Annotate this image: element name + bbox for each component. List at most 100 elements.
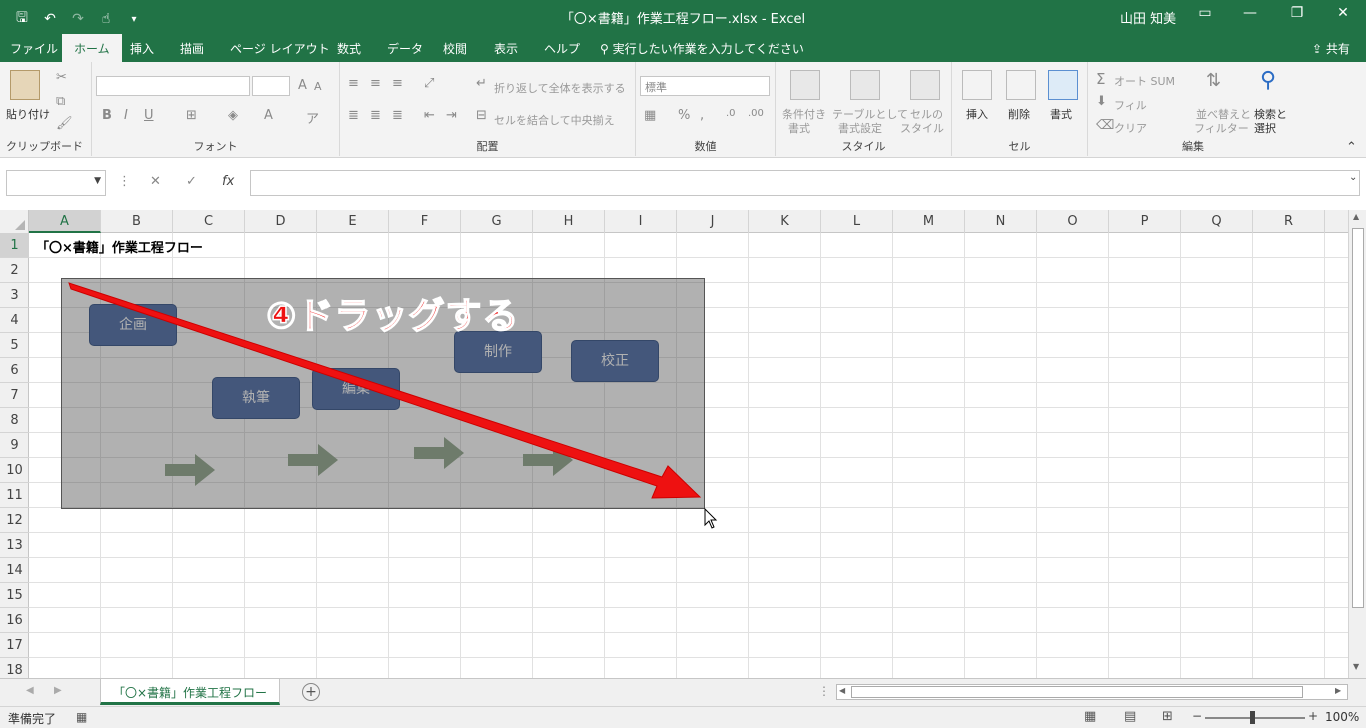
font-size-combo[interactable] bbox=[252, 76, 290, 96]
increase-indent-icon[interactable]: ⇥ bbox=[446, 108, 457, 123]
phonetic-icon[interactable]: ア bbox=[306, 108, 319, 127]
row-header-16[interactable]: 16 bbox=[0, 608, 29, 633]
cancel-entry-icon[interactable]: ✕ bbox=[150, 174, 161, 189]
row-header-17[interactable]: 17 bbox=[0, 633, 29, 658]
row-header-8[interactable]: 8 bbox=[0, 408, 29, 433]
minimize-icon[interactable]: — bbox=[1235, 5, 1265, 21]
share-button[interactable]: ⇪ 共有 bbox=[1312, 40, 1350, 57]
tab-view[interactable]: 表示 bbox=[494, 40, 518, 57]
percent-icon[interactable]: % bbox=[678, 108, 690, 123]
grow-font-icon[interactable]: A bbox=[298, 78, 307, 93]
ribbon-display-icon[interactable]: ▭ bbox=[1190, 5, 1220, 21]
insert-function-icon[interactable]: fx bbox=[222, 174, 234, 189]
cell-a1[interactable]: 「〇×書籍」作業工程フロー bbox=[36, 237, 203, 256]
scroll-right-icon[interactable]: ▶ bbox=[1335, 686, 1341, 695]
find-select-icon[interactable]: ⚲ bbox=[1260, 68, 1276, 93]
tab-home[interactable]: ホーム bbox=[62, 34, 122, 62]
format-painter-icon[interactable]: 🖌 bbox=[56, 116, 73, 131]
collapse-ribbon-icon[interactable]: ⌃ bbox=[1346, 140, 1357, 155]
page-break-view-icon[interactable]: ⊞ bbox=[1162, 709, 1173, 724]
scroll-up-icon[interactable]: ▲ bbox=[1353, 212, 1359, 221]
tab-help[interactable]: ヘルプ bbox=[544, 40, 580, 57]
column-header-m[interactable]: M bbox=[893, 210, 965, 233]
formula-input[interactable] bbox=[250, 170, 1360, 196]
column-header-b[interactable]: B bbox=[101, 210, 173, 233]
column-header-f[interactable]: F bbox=[389, 210, 461, 233]
sort-filter-icon[interactable]: ⇅ bbox=[1206, 70, 1221, 91]
close-icon[interactable]: ✕ bbox=[1328, 5, 1358, 21]
clear-button[interactable]: クリア bbox=[1114, 120, 1147, 136]
row-header-5[interactable]: 5 bbox=[0, 333, 29, 358]
cell-styles-icon[interactable] bbox=[910, 70, 940, 100]
column-header-h[interactable]: H bbox=[533, 210, 605, 233]
fill-color-icon[interactable]: ◈ bbox=[228, 108, 238, 123]
column-header-q[interactable]: Q bbox=[1181, 210, 1253, 233]
column-header-p[interactable]: P bbox=[1109, 210, 1181, 233]
column-header-r[interactable]: R bbox=[1253, 210, 1325, 233]
tab-insert[interactable]: 挿入 bbox=[130, 40, 154, 57]
vertical-scroll-thumb[interactable] bbox=[1352, 228, 1364, 608]
select-all-button[interactable] bbox=[0, 210, 29, 233]
column-header-g[interactable]: G bbox=[461, 210, 533, 233]
clear-icon[interactable]: ⌫ bbox=[1096, 118, 1114, 133]
user-name[interactable]: 山田 知美 bbox=[1120, 8, 1176, 27]
row-header-15[interactable]: 15 bbox=[0, 583, 29, 608]
copy-icon[interactable]: ⧉ bbox=[56, 94, 65, 109]
zoom-in-icon[interactable]: + bbox=[1308, 709, 1318, 723]
column-header-n[interactable]: N bbox=[965, 210, 1037, 233]
row-header-10[interactable]: 10 bbox=[0, 458, 29, 483]
paste-icon[interactable] bbox=[10, 70, 40, 100]
border-icon[interactable]: ⊞ bbox=[186, 108, 197, 123]
font-color-icon[interactable]: A bbox=[264, 108, 273, 123]
row-header-1[interactable]: 1 bbox=[0, 233, 29, 258]
format-as-table-label2[interactable]: 書式設定 bbox=[838, 120, 882, 136]
cut-icon[interactable]: ✂ bbox=[56, 70, 67, 85]
row-header-7[interactable]: 7 bbox=[0, 383, 29, 408]
horizontal-scroll-thumb[interactable] bbox=[851, 686, 1303, 698]
find-select-label2[interactable]: 選択 bbox=[1254, 120, 1276, 136]
align-center-icon[interactable]: ≣ bbox=[370, 108, 381, 123]
name-box-dropdown-icon[interactable]: ▼ bbox=[94, 176, 101, 186]
add-sheet-button[interactable]: + bbox=[302, 683, 320, 701]
tab-data[interactable]: データ bbox=[387, 40, 423, 57]
vertical-scrollbar[interactable]: ▲ ▼ bbox=[1348, 210, 1366, 678]
wrap-text-button[interactable]: 折り返して全体を表示する bbox=[494, 80, 626, 96]
underline-icon[interactable]: U bbox=[144, 108, 154, 123]
accounting-format-icon[interactable]: ▦ bbox=[644, 108, 656, 123]
delete-cells-button[interactable]: 削除 bbox=[1008, 106, 1030, 122]
row-header-14[interactable]: 14 bbox=[0, 558, 29, 583]
scroll-down-icon[interactable]: ▼ bbox=[1353, 662, 1359, 671]
format-cells-icon[interactable] bbox=[1048, 70, 1078, 100]
increase-decimal-icon[interactable]: .0 bbox=[726, 108, 736, 119]
next-sheet-icon[interactable]: ▶ bbox=[54, 685, 62, 696]
format-cells-button[interactable]: 書式 bbox=[1050, 106, 1072, 122]
row-header-13[interactable]: 13 bbox=[0, 533, 29, 558]
restore-icon[interactable]: ❐ bbox=[1282, 5, 1312, 21]
align-top-icon[interactable]: ≡ bbox=[348, 76, 359, 91]
paste-button[interactable]: 貼り付け bbox=[6, 106, 50, 122]
sort-filter-label2[interactable]: フィルター bbox=[1194, 120, 1249, 136]
wrap-text-icon[interactable]: ↵ bbox=[476, 76, 487, 91]
align-left-icon[interactable]: ≣ bbox=[348, 108, 359, 123]
tab-split-handle-icon[interactable]: ⋮ bbox=[818, 684, 830, 698]
decrease-indent-icon[interactable]: ⇤ bbox=[424, 108, 435, 123]
font-name-combo[interactable] bbox=[96, 76, 250, 96]
column-header-k[interactable]: K bbox=[749, 210, 821, 233]
macro-record-icon[interactable]: ▦ bbox=[76, 710, 87, 724]
normal-view-icon[interactable]: ▦ bbox=[1084, 709, 1096, 724]
row-header-3[interactable]: 3 bbox=[0, 283, 29, 308]
column-header-i[interactable]: I bbox=[605, 210, 677, 233]
zoom-out-icon[interactable]: − bbox=[1192, 709, 1202, 723]
italic-icon[interactable]: I bbox=[124, 108, 128, 123]
decrease-decimal-icon[interactable]: .00 bbox=[748, 108, 764, 119]
number-format-combo[interactable]: 標準 bbox=[640, 76, 770, 96]
cell-styles-label2[interactable]: スタイル bbox=[900, 120, 944, 136]
insert-cells-button[interactable]: 挿入 bbox=[966, 106, 988, 122]
bold-icon[interactable]: B bbox=[102, 108, 112, 123]
column-header-e[interactable]: E bbox=[317, 210, 389, 233]
name-box[interactable]: ▼ bbox=[6, 170, 106, 196]
row-header-18[interactable]: 18 bbox=[0, 658, 29, 678]
shrink-font-icon[interactable]: A bbox=[314, 80, 322, 93]
tab-formulas[interactable]: 数式 bbox=[337, 40, 361, 57]
page-layout-view-icon[interactable]: ▤ bbox=[1124, 709, 1136, 724]
